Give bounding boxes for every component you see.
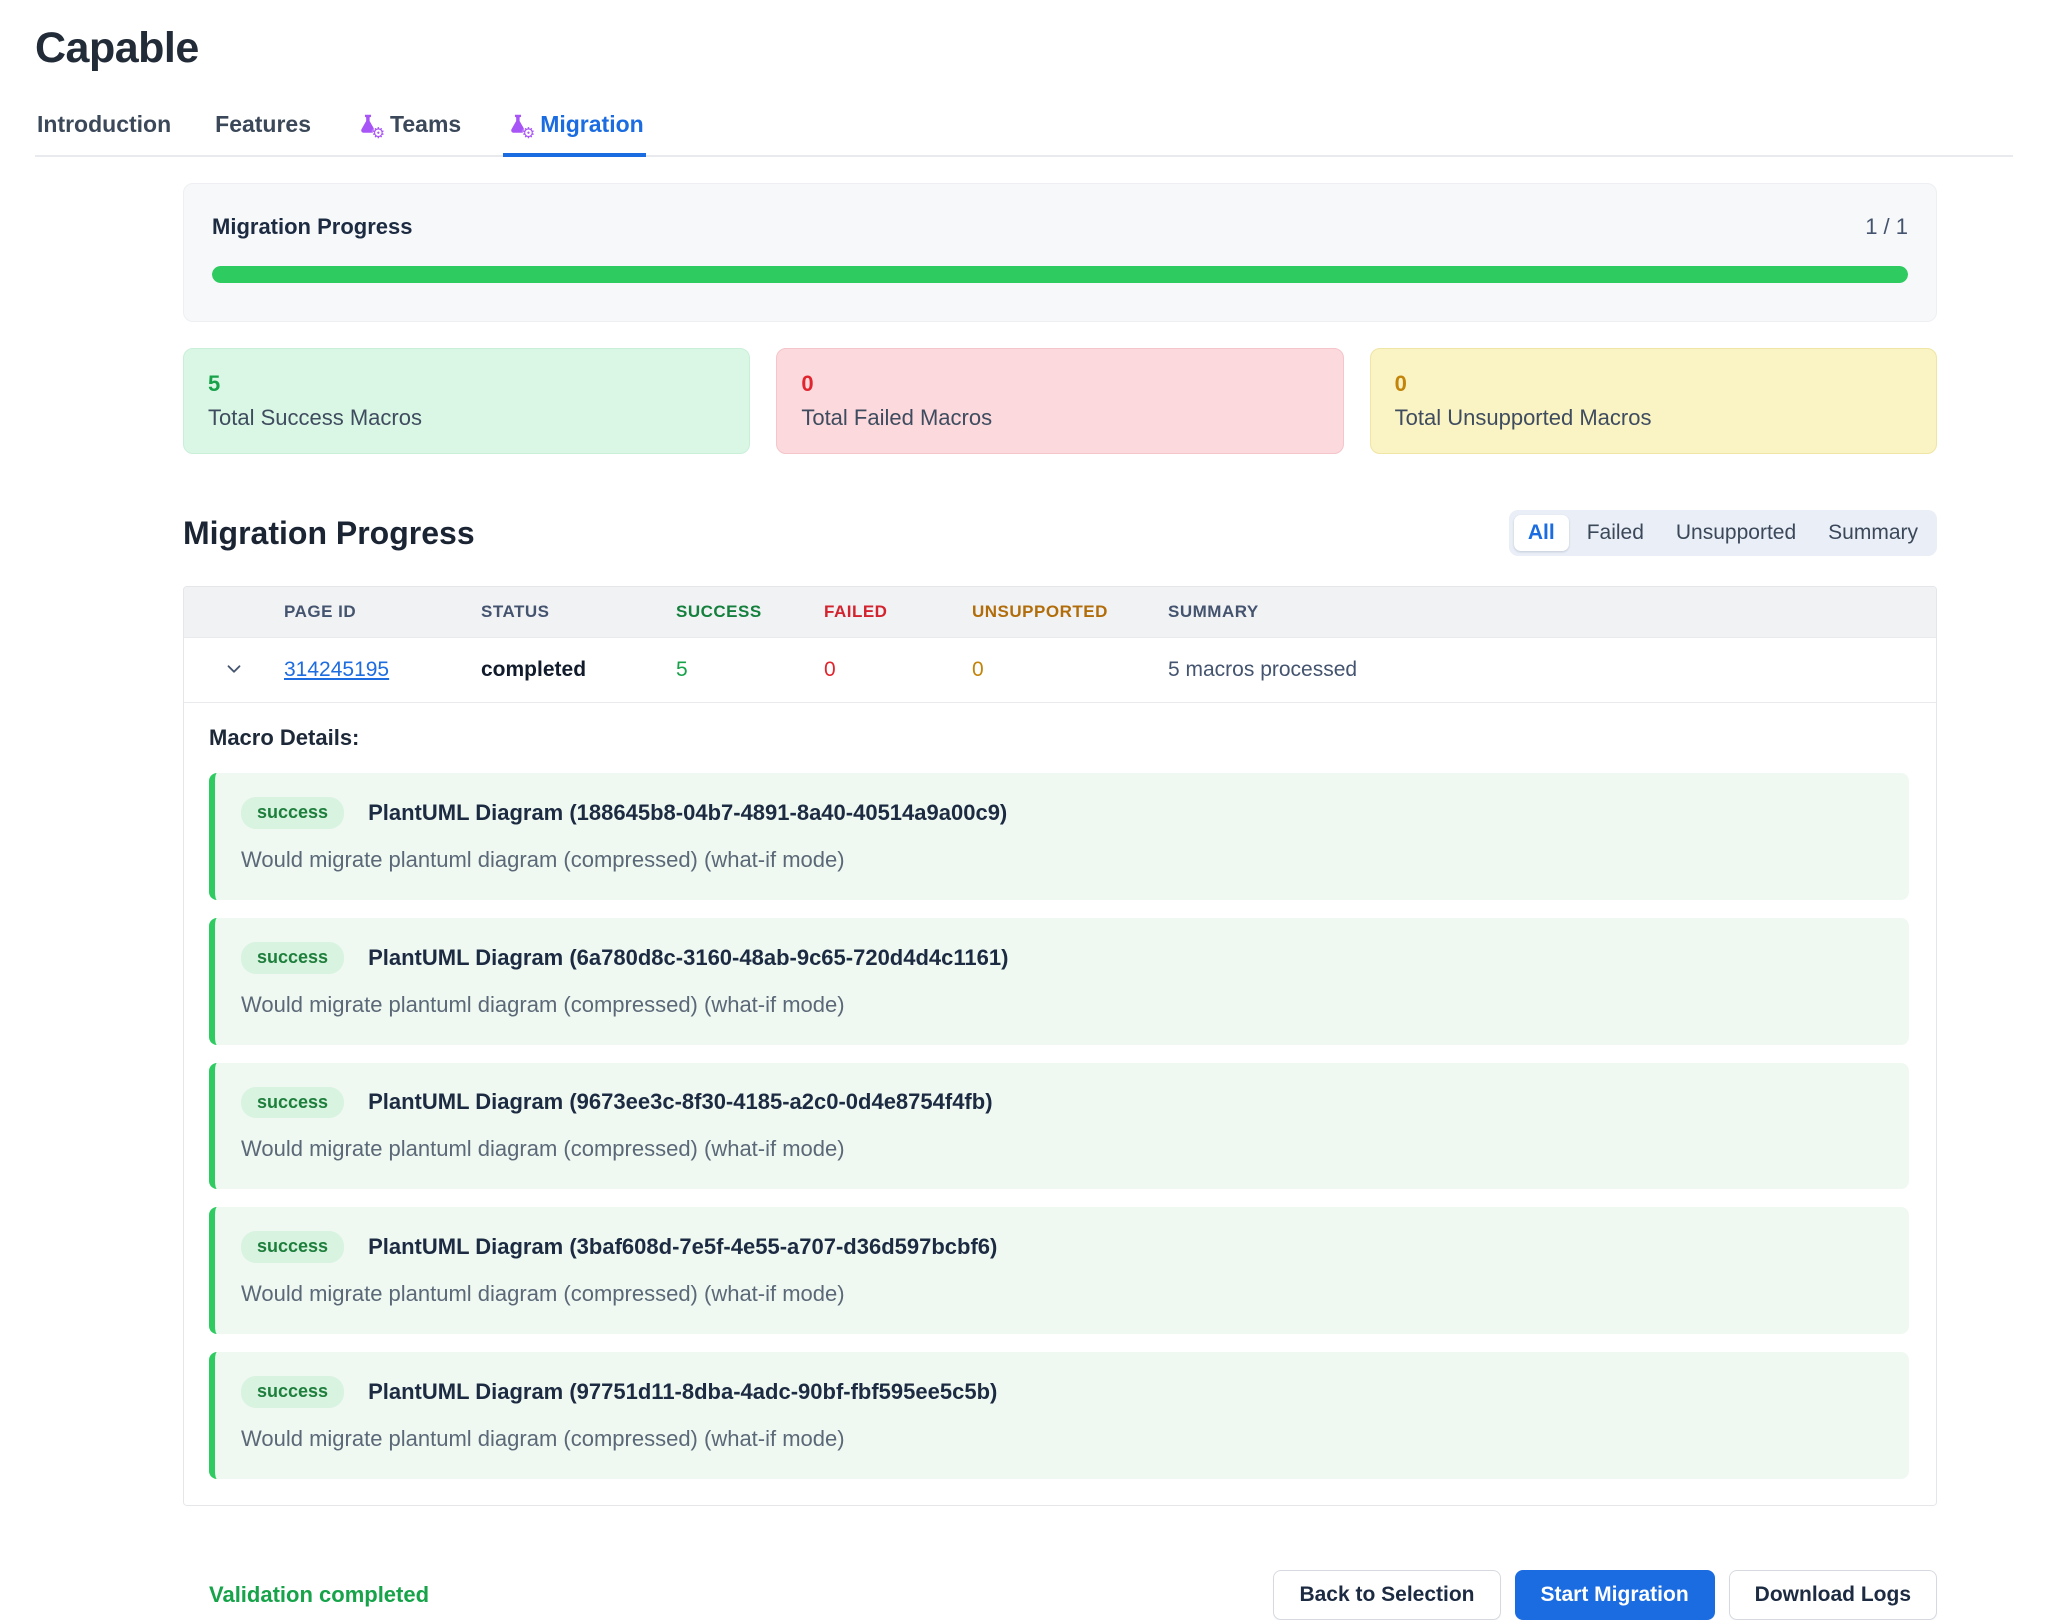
column-header-failed: FAILED [824, 587, 972, 638]
validation-status: Validation completed [183, 1582, 429, 1608]
status-badge: success [241, 1087, 344, 1119]
flask-gear-icon: ⚙ [355, 112, 381, 138]
table-row: 314245195 completed 5 0 0 5 macros proce… [184, 638, 1936, 703]
stat-label: Total Unsupported Macros [1395, 405, 1912, 431]
progress-bar-track [212, 266, 1908, 283]
tab-features[interactable]: Features [213, 109, 313, 157]
section-title: Migration Progress [183, 515, 475, 552]
filter-summary[interactable]: Summary [1814, 515, 1932, 551]
macro-details-panel: Macro Details: success PlantUML Diagram … [184, 702, 1936, 1505]
column-header-summary: SUMMARY [1168, 587, 1936, 638]
status-badge: success [241, 1376, 344, 1408]
status-badge: success [241, 797, 344, 829]
row-unsupported-count: 0 [972, 638, 1168, 703]
progress-counter: 1 / 1 [1865, 214, 1908, 240]
stat-label: Total Failed Macros [801, 405, 1318, 431]
filter-failed[interactable]: Failed [1573, 515, 1658, 551]
page-id-link[interactable]: 314245195 [284, 658, 389, 681]
macro-description: Would migrate plantuml diagram (compress… [241, 847, 1883, 873]
row-summary: 5 macros processed [1168, 638, 1936, 703]
macro-description: Would migrate plantuml diagram (compress… [241, 1426, 1883, 1452]
macro-description: Would migrate plantuml diagram (compress… [241, 992, 1883, 1018]
flask-gear-icon: ⚙ [505, 112, 531, 138]
migration-progress-card: Migration Progress 1 / 1 [183, 183, 1937, 322]
status-badge: success [241, 942, 344, 974]
stat-label: Total Success Macros [208, 405, 725, 431]
filter-all[interactable]: All [1514, 515, 1569, 551]
progress-bar-fill [212, 266, 1908, 283]
footer-bar: Validation completed Back to Selection S… [183, 1570, 1937, 1620]
migration-table: PAGE ID STATUS SUCCESS FAILED UNSUPPORTE… [183, 586, 1937, 1506]
macro-card: success PlantUML Diagram (3baf608d-7e5f-… [209, 1207, 1909, 1334]
column-header-status: STATUS [481, 587, 676, 638]
macro-description: Would migrate plantuml diagram (compress… [241, 1281, 1883, 1307]
progress-label: Migration Progress [212, 214, 412, 240]
row-success-count: 5 [676, 638, 824, 703]
gear-icon: ⚙ [372, 126, 385, 141]
page-header: Capable [35, 24, 2013, 73]
section-head: Migration Progress All Failed Unsupporte… [183, 510, 1937, 556]
stats-row: 5 Total Success Macros 0 Total Failed Ma… [183, 348, 1937, 454]
tab-label: Introduction [37, 111, 171, 138]
macro-details-heading: Macro Details: [209, 725, 1909, 751]
macro-title: PlantUML Diagram (188645b8-04b7-4891-8a4… [368, 800, 1007, 826]
macro-title: PlantUML Diagram (6a780d8c-3160-48ab-9c6… [368, 945, 1008, 971]
macro-card: success PlantUML Diagram (9673ee3c-8f30-… [209, 1063, 1909, 1190]
tab-introduction[interactable]: Introduction [35, 109, 173, 157]
start-migration-button[interactable]: Start Migration [1515, 1570, 1715, 1620]
stat-value: 5 [208, 371, 725, 397]
tab-label: Teams [390, 111, 461, 138]
macro-title: PlantUML Diagram (3baf608d-7e5f-4e55-a70… [368, 1234, 997, 1260]
macro-card: success PlantUML Diagram (188645b8-04b7-… [209, 773, 1909, 900]
chevron-down-icon [223, 658, 245, 680]
download-logs-button[interactable]: Download Logs [1729, 1570, 1937, 1620]
stat-value: 0 [1395, 371, 1912, 397]
macro-title: PlantUML Diagram (9673ee3c-8f30-4185-a2c… [368, 1089, 992, 1115]
tab-label: Migration [540, 111, 644, 138]
table-header-row: PAGE ID STATUS SUCCESS FAILED UNSUPPORTE… [184, 587, 1936, 638]
filter-unsupported[interactable]: Unsupported [1662, 515, 1810, 551]
gear-icon: ⚙ [522, 126, 535, 141]
filter-segmented-control: All Failed Unsupported Summary [1509, 510, 1937, 556]
tab-teams[interactable]: ⚙ Teams [353, 109, 463, 157]
tab-bar: Introduction Features ⚙ Teams ⚙ Migratio… [35, 109, 2013, 157]
row-status: completed [481, 638, 676, 703]
expander-column-header [184, 587, 284, 638]
row-failed-count: 0 [824, 638, 972, 703]
stat-card-success: 5 Total Success Macros [183, 348, 750, 454]
tab-migration[interactable]: ⚙ Migration [503, 109, 646, 157]
stat-value: 0 [801, 371, 1318, 397]
column-header-unsupported: UNSUPPORTED [972, 587, 1168, 638]
stat-card-failed: 0 Total Failed Macros [776, 348, 1343, 454]
row-expander-button[interactable] [219, 654, 249, 684]
footer-buttons: Back to Selection Start Migration Downlo… [1273, 1570, 1937, 1620]
status-badge: success [241, 1231, 344, 1263]
macro-card: success PlantUML Diagram (97751d11-8dba-… [209, 1352, 1909, 1479]
tab-label: Features [215, 111, 311, 138]
main-content: Migration Progress 1 / 1 5 Total Success… [183, 183, 1937, 1506]
column-header-success: SUCCESS [676, 587, 824, 638]
stat-card-unsupported: 0 Total Unsupported Macros [1370, 348, 1937, 454]
macro-title: PlantUML Diagram (97751d11-8dba-4adc-90b… [368, 1379, 997, 1405]
back-to-selection-button[interactable]: Back to Selection [1273, 1570, 1500, 1620]
macro-card: success PlantUML Diagram (6a780d8c-3160-… [209, 918, 1909, 1045]
column-header-page-id: PAGE ID [284, 587, 481, 638]
page-title: Capable [35, 24, 2013, 73]
macro-description: Would migrate plantuml diagram (compress… [241, 1136, 1883, 1162]
